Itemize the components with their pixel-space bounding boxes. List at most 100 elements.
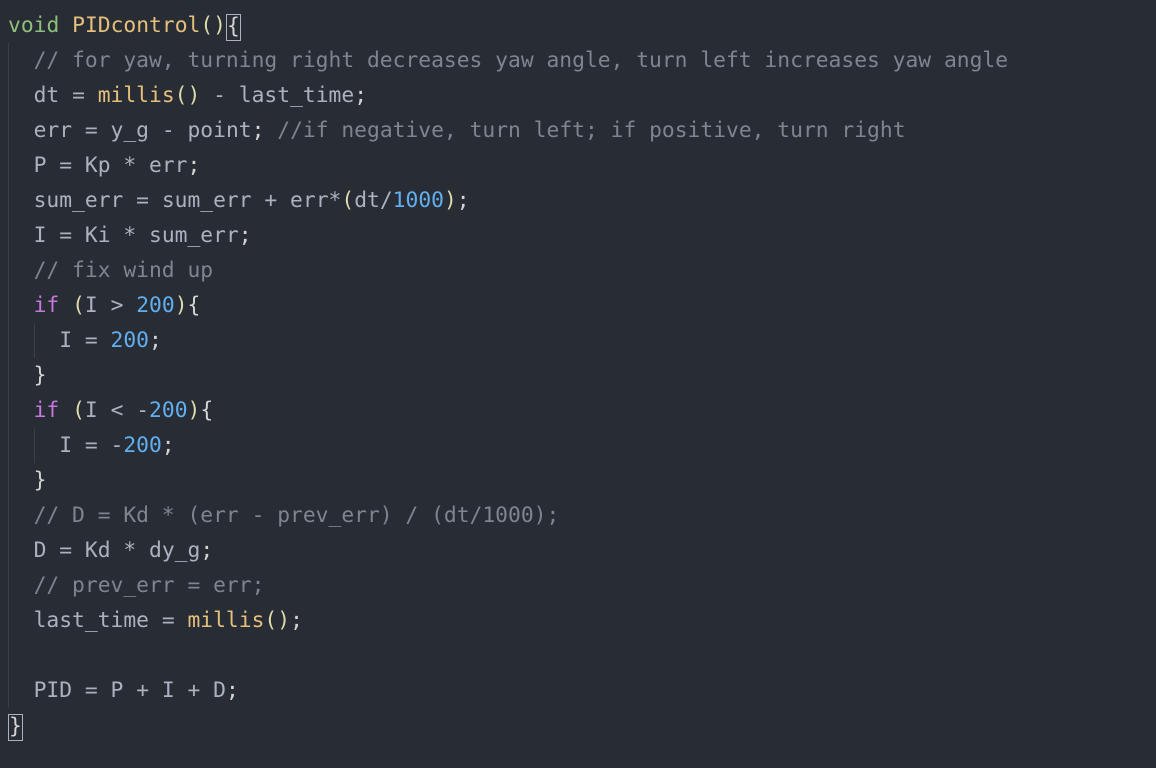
code-token: / [380, 188, 393, 213]
code-token: { [200, 398, 213, 423]
code-token: //if negative, turn left; if positive, t… [277, 118, 905, 143]
code-token: 200 [149, 398, 187, 423]
code-token: if [34, 398, 60, 423]
code-token: + [264, 188, 277, 213]
code-token: PID [34, 678, 85, 703]
code-token: > [111, 293, 124, 318]
code-token: ) [175, 293, 188, 318]
code-token: I [149, 678, 187, 703]
code-editor[interactable]: void PIDcontrol(){ // for yaw, turning r… [0, 0, 1156, 751]
code-token [59, 13, 72, 38]
code-token: y_g [98, 118, 162, 143]
code-token: = [136, 188, 149, 213]
code-token: Kp [72, 153, 123, 178]
code-line: dt = millis() - last_time; [8, 83, 367, 108]
code-token: err [136, 153, 187, 178]
code-token: 200 [136, 293, 174, 318]
code-token: = [85, 678, 98, 703]
code-token: // prev_err = err; [34, 573, 265, 598]
code-token: () [175, 83, 201, 108]
code-token [59, 398, 72, 423]
code-line: } [8, 713, 23, 738]
code-token: = [72, 83, 85, 108]
code-token [85, 83, 98, 108]
code-line: // D = Kd * (err - prev_err) / (dt/1000)… [8, 503, 559, 528]
code-line: // prev_err = err; [8, 573, 264, 598]
code-token: sum_err [34, 188, 137, 213]
code-token [264, 118, 277, 143]
code-token: { [188, 293, 201, 318]
code-line: } [8, 363, 46, 388]
code-token: 200 [123, 433, 161, 458]
code-line: D = Kd * dy_g; [8, 538, 213, 563]
code-token: ( [72, 293, 85, 318]
code-token: = [59, 153, 72, 178]
code-token: I [59, 328, 85, 353]
code-token: - [136, 398, 149, 423]
code-line: if (I > 200){ [8, 293, 200, 318]
code-token: millis [98, 83, 175, 108]
code-token [200, 83, 213, 108]
code-token: ; [149, 328, 162, 353]
code-token: PIDcontrol [72, 13, 200, 38]
code-token: P [98, 678, 136, 703]
code-line: void PIDcontrol(){ [8, 13, 241, 38]
code-token [98, 328, 111, 353]
code-token: () [200, 13, 226, 38]
code-token: 200 [111, 328, 149, 353]
code-token: sum_err [136, 223, 239, 248]
code-token [123, 398, 136, 423]
code-token: < [111, 398, 124, 423]
code-token: ( [72, 398, 85, 423]
code-token: ; [239, 223, 252, 248]
code-token: I [85, 293, 111, 318]
code-line: P = Kp * err; [8, 153, 200, 178]
code-token: millis [187, 608, 264, 633]
code-line: err = y_g - point; //if negative, turn l… [8, 118, 906, 143]
code-token: } [34, 468, 47, 493]
code-line: I = Ki * sum_err; [8, 223, 252, 248]
code-token: ( [341, 188, 354, 213]
code-token: D [34, 538, 60, 563]
code-token: = [85, 433, 98, 458]
code-line: last_time = millis(); [8, 608, 303, 633]
code-token: ; [188, 153, 201, 178]
code-token: ; [226, 678, 239, 703]
code-token: - [111, 433, 124, 458]
code-token: P [34, 153, 60, 178]
code-token: sum_err [149, 188, 264, 213]
code-line: // fix wind up [8, 258, 213, 283]
code-line [8, 643, 34, 668]
code-token: I [85, 398, 111, 423]
code-token: ; [252, 118, 265, 143]
code-token: ; [354, 83, 367, 108]
code-token [175, 608, 188, 633]
code-token: Kd [72, 538, 123, 563]
code-token: = [59, 223, 72, 248]
code-token: if [34, 293, 60, 318]
code-token: - [213, 83, 226, 108]
code-token: = [162, 608, 175, 633]
code-token: + [136, 678, 149, 703]
code-token: Ki [72, 223, 123, 248]
code-token: } [34, 363, 47, 388]
code-token: I [59, 433, 85, 458]
code-token: * [123, 153, 136, 178]
code-token: last_time [34, 608, 162, 633]
code-token: ; [457, 188, 470, 213]
code-line: sum_err = sum_err + err*(dt/1000); [8, 188, 470, 213]
code-token: = [85, 118, 98, 143]
code-line: if (I < -200){ [8, 398, 213, 423]
code-token: void [8, 13, 59, 38]
code-line: // for yaw, turning right decreases yaw … [8, 48, 1008, 73]
code-token: err [277, 188, 328, 213]
code-token: last_time [226, 83, 354, 108]
code-token: = [85, 328, 98, 353]
code-token: // for yaw, turning right decreases yaw … [34, 48, 1008, 73]
code-token: dt [354, 188, 380, 213]
code-token: ; [290, 608, 303, 633]
code-token: I [34, 223, 60, 248]
code-line: PID = P + I + D; [8, 678, 239, 703]
code-token: () [264, 608, 290, 633]
code-token: D [200, 678, 226, 703]
